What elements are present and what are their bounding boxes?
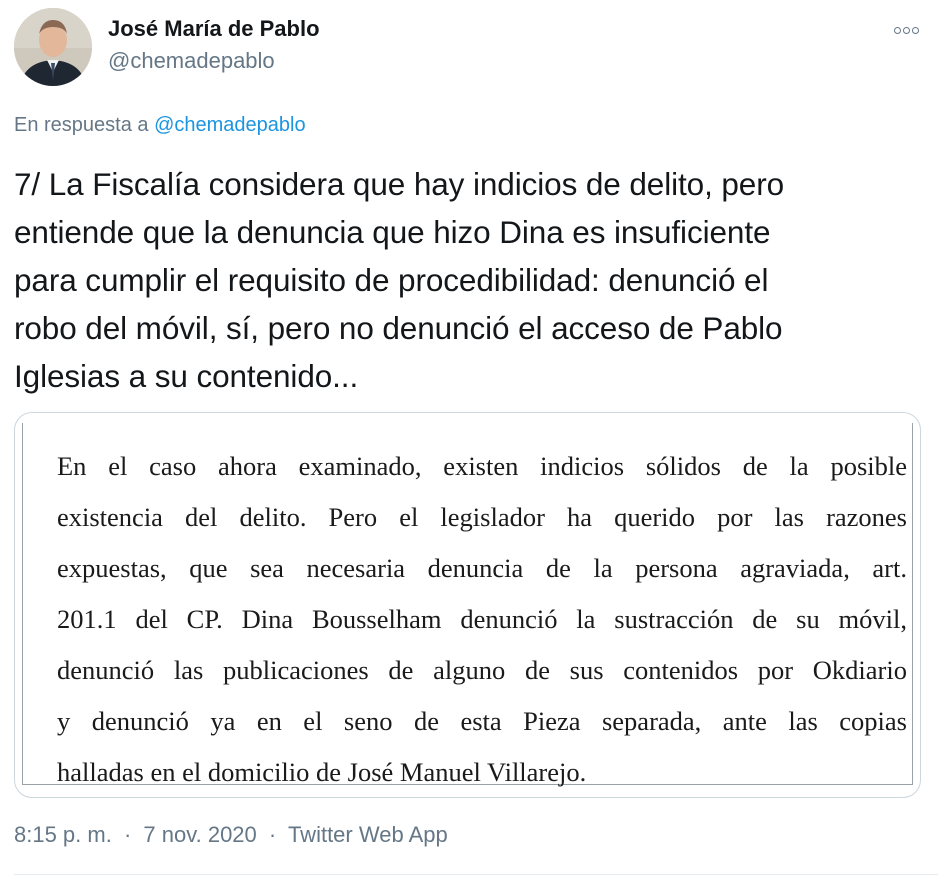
reply-mention-link[interactable]: @chemadepablo (154, 114, 306, 136)
tweet-text-line: 7/ La Fiscalía considera que hay indicio… (14, 166, 785, 202)
dot (911, 26, 919, 34)
dot (893, 26, 901, 34)
document-text: En el caso ahora examinado, existen indi… (57, 441, 907, 797)
document-scan: En el caso ahora examinado, existen indi… (22, 423, 913, 787)
tweet-text: 7/ La Fiscalía considera que hay indicio… (14, 160, 929, 400)
reply-prefix: En respuesta a (14, 114, 149, 136)
document-line: y denunció ya en el seno de esta Pieza s… (57, 706, 907, 736)
tweet-text-line: para cumplir el requisito de procedibili… (14, 262, 769, 298)
document-line: existencia del delito. Pero el legislado… (57, 502, 907, 532)
more-options-icon[interactable] (890, 20, 922, 40)
timestamp-date[interactable]: 7 nov. 2020 (143, 822, 256, 847)
document-line: denunció las publicaciones de alguno de … (57, 655, 907, 685)
timestamp-time[interactable]: 8:15 p. m. (14, 822, 112, 847)
tweet: José María de Pablo @chemadepablo En res… (0, 0, 938, 882)
person-portrait-avatar-icon (14, 8, 92, 86)
meta-separator: · (123, 822, 132, 847)
document-line: En el caso ahora examinado, existen indi… (57, 451, 907, 481)
attached-image[interactable]: En el caso ahora examinado, existen indi… (14, 412, 921, 798)
author-display-name[interactable]: José María de Pablo (108, 16, 320, 42)
avatar[interactable] (14, 8, 92, 86)
divider (14, 874, 938, 875)
tweet-text-line: Iglesias a su contenido... (14, 358, 359, 394)
tweet-meta: 8:15 p. m. · 7 nov. 2020 · Twitter Web A… (14, 822, 448, 848)
reply-context: En respuesta a @chemadepablo (14, 114, 306, 137)
tweet-text-line: robo del móvil, sí, pero no denunció el … (14, 310, 783, 346)
document-line: expuestas, que sea necesaria denuncia de… (57, 553, 907, 583)
meta-separator: · (268, 822, 277, 847)
dot (902, 26, 910, 34)
document-line: 201.1 del CP. Dina Bousselham denunció l… (57, 604, 907, 634)
tweet-text-line: entiende que la denuncia que hizo Dina e… (14, 214, 771, 250)
author-handle[interactable]: @chemadepablo (108, 48, 275, 74)
document-line: halladas en el domicilio de José Manuel … (57, 757, 587, 787)
source-app-link[interactable]: Twitter Web App (288, 822, 448, 847)
